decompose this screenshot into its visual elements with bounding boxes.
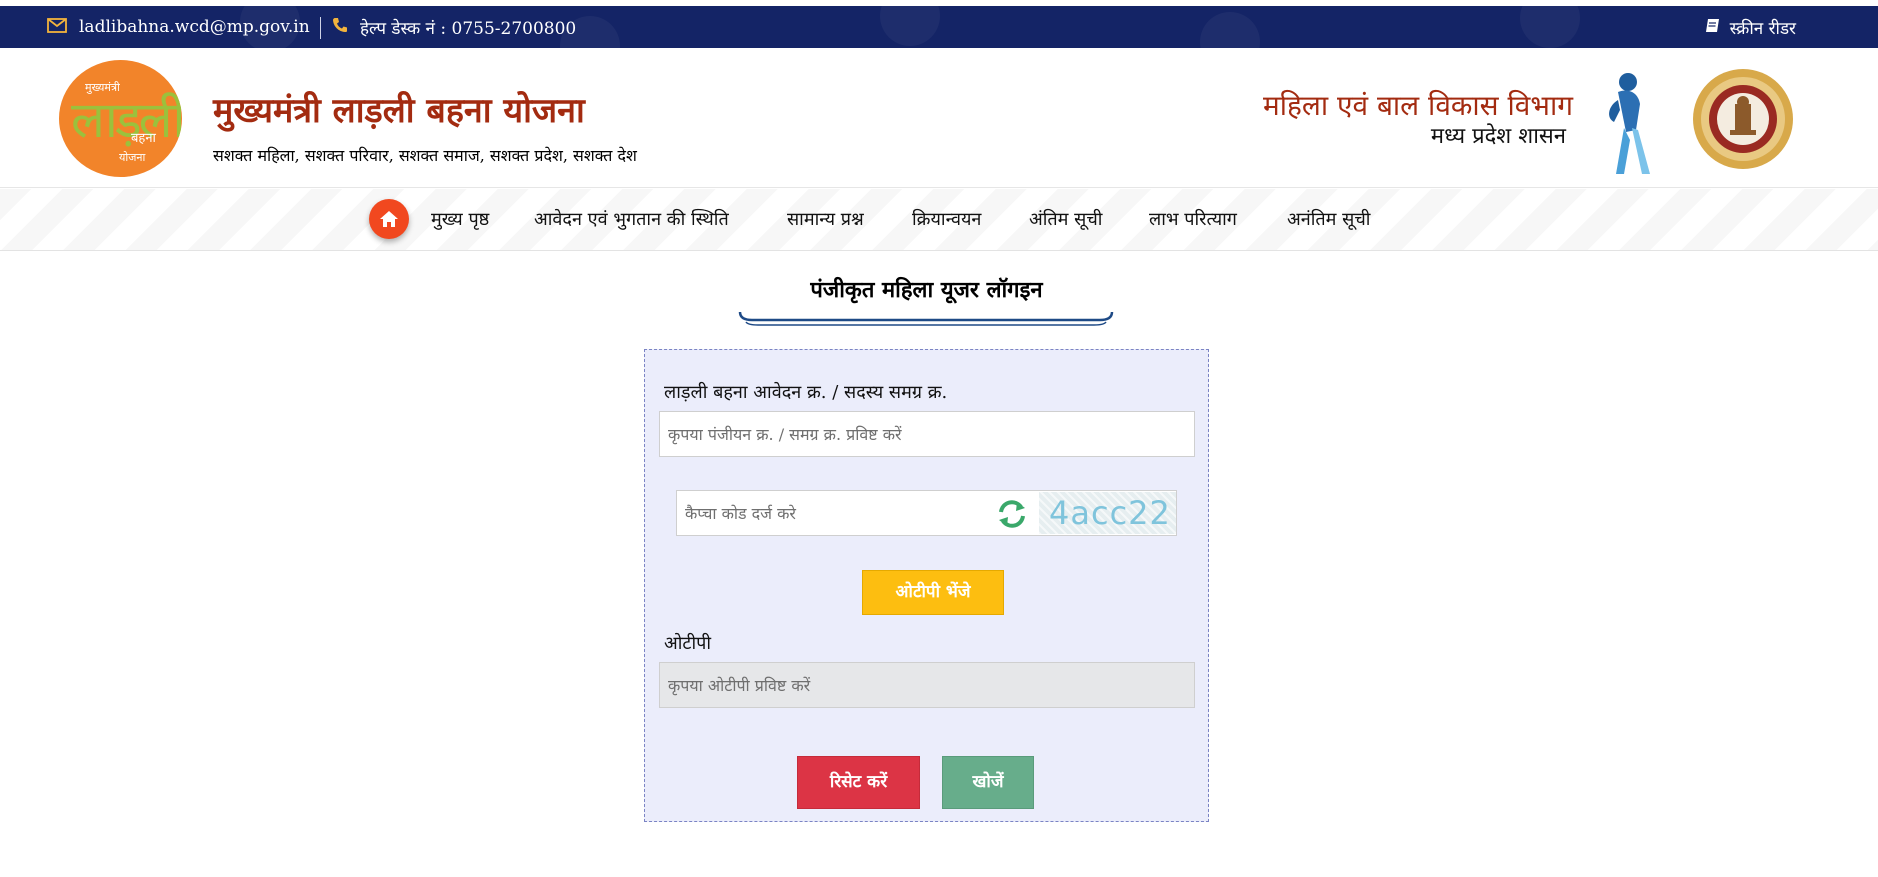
top-bar: ladlibahna.wcd@mp.gov.in हेल्प डेस्क नं … (0, 6, 1878, 48)
nav-item-home[interactable]: मुख्य पृष्ठ (431, 189, 489, 251)
separator (320, 17, 321, 39)
screen-reader-link[interactable]: स्क्रीन रीडर (1705, 6, 1796, 48)
login-heading: पंजीकृत महिला यूजर लॉगइन (810, 277, 1043, 303)
helpdesk-info: हेल्प डेस्क नं : 0755-2700800 (332, 6, 576, 48)
email-text: ladlibahna.wcd@mp.gov.in (79, 17, 310, 37)
send-otp-button[interactable]: ओटीपी भेंजे (862, 570, 1004, 615)
government-name: मध्य प्रदेश शासन (1430, 124, 1566, 149)
home-icon (380, 211, 398, 227)
nav-item-faq[interactable]: सामान्य प्रश्न (787, 189, 864, 251)
logo-text: योजना (119, 151, 146, 164)
otp-label: ओटीपी (664, 633, 712, 654)
registration-number-label: लाड़ली बहना आवेदन क्र. / सदस्य समग्र क्र… (664, 382, 948, 403)
screen-reader-text: स्क्रीन रीडर (1729, 18, 1796, 39)
background-decoration (1520, 6, 1580, 48)
background-decoration (1200, 12, 1260, 48)
nav-item-provisional-list[interactable]: अनंतिम सूची (1287, 189, 1370, 251)
heading-underline (738, 311, 1114, 326)
nav-item-application-status[interactable]: आवेदन एवं भुगतान की स्थिति (534, 189, 729, 251)
phone-icon (332, 17, 348, 38)
mp-government-emblem (1693, 69, 1793, 169)
logo-text: बहना (131, 131, 156, 146)
site-title[interactable]: मुख्यमंत्री लाड़ली बहना योजना (213, 86, 585, 132)
department-figure-logo (1609, 73, 1650, 174)
book-icon (1705, 17, 1720, 38)
site-tagline: सशक्त महिला, सशक्त परिवार, सशक्त समाज, स… (213, 146, 637, 165)
captcha-field: 4acc22 (676, 490, 1177, 536)
department-name: महिला एवं बाल विकास विभाग (1262, 89, 1573, 122)
home-button[interactable] (369, 199, 409, 239)
reset-button[interactable]: रिसेट करें (797, 756, 920, 809)
email-link[interactable]: ladlibahna.wcd@mp.gov.in (47, 6, 310, 48)
envelope-icon (47, 17, 67, 38)
logo-text: लाड़ली (71, 91, 182, 149)
captcha-image: 4acc22 (1039, 492, 1176, 534)
scheme-logo[interactable]: मुख्यमंत्री लाड़ली बहना योजना (59, 60, 182, 177)
site-header: मुख्यमंत्री लाड़ली बहना योजना मुख्यमंत्र… (0, 48, 1878, 188)
main-navigation: मुख्य पृष्ठ आवेदन एवं भुगतान की स्थिति स… (0, 189, 1878, 251)
registration-number-input[interactable] (659, 411, 1195, 457)
nav-item-final-list[interactable]: अंतिम सूची (1029, 189, 1102, 251)
refresh-captcha-icon[interactable] (995, 498, 1029, 530)
helpdesk-text: हेल्प डेस्क नं : 0755-2700800 (360, 18, 577, 39)
nav-item-implementation[interactable]: क्रियान्वयन (912, 189, 981, 251)
nav-item-benefit-surrender[interactable]: लाभ परित्याग (1149, 189, 1237, 251)
login-form: लाड़ली बहना आवेदन क्र. / सदस्य समग्र क्र… (644, 349, 1209, 822)
captcha-input[interactable] (677, 491, 987, 535)
otp-input[interactable] (659, 662, 1195, 708)
background-decoration (880, 6, 940, 46)
search-button[interactable]: खोजें (942, 756, 1034, 809)
